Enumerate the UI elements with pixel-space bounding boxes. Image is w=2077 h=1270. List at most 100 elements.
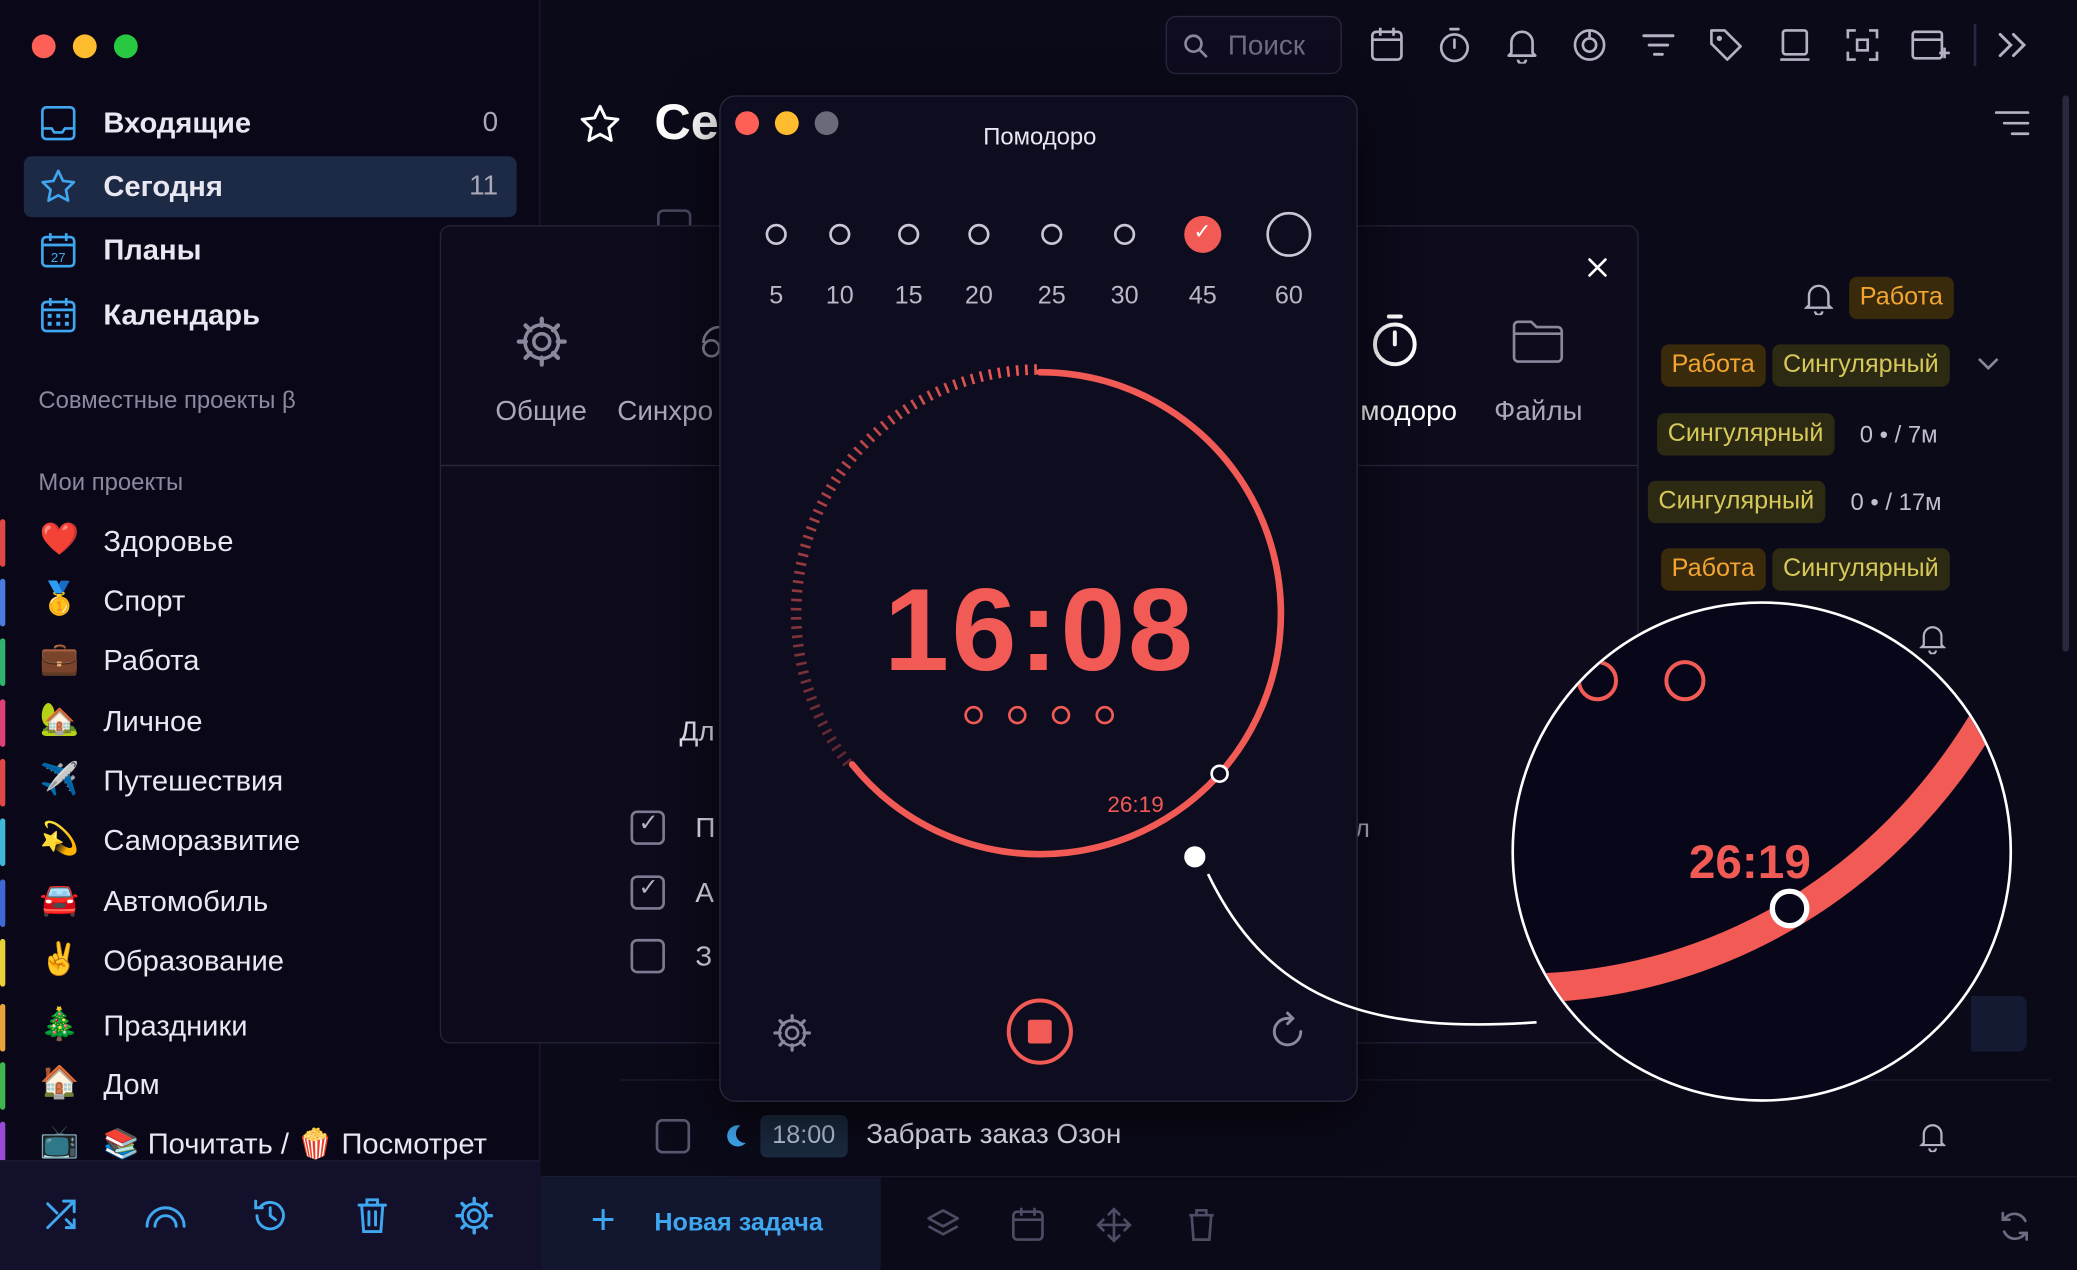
pomodoro-title: Помодоро [983, 123, 1097, 150]
filter-icon[interactable] [1640, 26, 1677, 63]
nav-inbox-label: Входящие [103, 105, 252, 140]
round-indicator [1051, 705, 1071, 725]
nav-today[interactable]: Сегодня 11 [23, 156, 517, 218]
project-label: Дом [103, 1067, 160, 1101]
move-icon[interactable] [1095, 1206, 1132, 1243]
shuffle-icon[interactable] [44, 1197, 81, 1234]
trash-icon[interactable] [1186, 1206, 1218, 1243]
calendar-day-number: 27 [51, 250, 66, 265]
round-indicator [1008, 705, 1027, 725]
sidebar-toolbar [0, 1160, 541, 1270]
nav-inbox-count: 0 [482, 107, 499, 138]
setting-label: А [695, 878, 714, 909]
tag-work[interactable]: Работа [1661, 548, 1766, 591]
scrollbar[interactable] [2062, 95, 2070, 652]
focus-icon[interactable] [1571, 26, 1608, 63]
nav-calendar-label: Календарь [103, 297, 261, 332]
elapsed-marker-label: 26:19 [1107, 791, 1164, 818]
sidebar-project-item[interactable]: 🏠 Дом [0, 1057, 536, 1115]
favorite-star-icon[interactable] [579, 103, 621, 145]
tab-general[interactable]: Общие [495, 396, 586, 428]
duration-option[interactable] [898, 223, 920, 245]
stop-button[interactable] [1006, 998, 1073, 1065]
tag-icon[interactable] [1707, 26, 1744, 63]
project-emoji-icon: 📺 [39, 1124, 80, 1161]
tag-singular[interactable]: Сингулярный [1657, 413, 1834, 456]
history-icon[interactable] [250, 1196, 290, 1236]
pomodoro-window: Помодоро 5 10 15 20 25 30 ✓ 45 60 16:08 26:19 [719, 95, 1359, 1102]
timer-icon[interactable] [1437, 26, 1471, 63]
gauge-icon[interactable] [143, 1197, 188, 1234]
stop-icon [1027, 1019, 1052, 1044]
project-label: Работа [103, 643, 200, 677]
project-emoji-icon: ✈️ [39, 761, 80, 798]
tag-singular[interactable]: Сингулярный [1772, 548, 1950, 591]
chevron-down-icon[interactable] [1976, 355, 2000, 374]
add-window-icon[interactable] [1910, 26, 1950, 63]
reminder-bell-icon[interactable] [1919, 1120, 1946, 1153]
duration-option[interactable] [1114, 223, 1136, 245]
settings-gear-icon[interactable] [454, 1196, 494, 1236]
round-indicator [1095, 705, 1115, 725]
tag-work[interactable]: Работа [1661, 344, 1766, 387]
plus-icon: + [590, 1195, 616, 1244]
round-indicators [721, 705, 1359, 727]
layers-icon[interactable] [925, 1206, 962, 1243]
setting-checkbox[interactable] [630, 938, 665, 974]
my-projects-heading: Мои проекты [38, 468, 184, 496]
trash-icon[interactable] [355, 1196, 389, 1236]
bell-icon[interactable] [1506, 26, 1538, 64]
pomodoro-settings-gear-icon[interactable] [772, 1013, 812, 1053]
setting-checkbox-checked[interactable]: ✓ [630, 809, 665, 845]
tag-work[interactable]: Работа [1849, 276, 1954, 320]
sync-icon[interactable] [1998, 1209, 2032, 1243]
project-emoji-icon: 🚘 [39, 881, 80, 918]
pomodoro-timer-icon[interactable] [1368, 313, 1421, 369]
search-placeholder: Поиск [1227, 30, 1306, 61]
setting-checkbox-checked[interactable]: ✓ [630, 874, 665, 910]
tab-files[interactable]: Файлы [1494, 396, 1582, 428]
project-label: Образование [103, 944, 284, 978]
timer-display: 16:08 [884, 564, 1196, 696]
tag-singular[interactable]: Сингулярный [1772, 344, 1950, 387]
duration-option[interactable] [968, 223, 990, 245]
project-color-bar [0, 1003, 6, 1052]
search-field[interactable]: Поиск [1165, 15, 1342, 75]
duration-label: 15 [894, 282, 923, 310]
screenshot-icon[interactable] [1844, 26, 1881, 63]
task-title[interactable]: Забрать заказ Озон [866, 1119, 1121, 1151]
setting-label: П [695, 813, 716, 844]
duration-option[interactable] [829, 223, 851, 245]
project-emoji-icon: 🎄 [39, 1006, 80, 1043]
duration-option[interactable] [1266, 211, 1312, 257]
task-checkbox[interactable] [655, 1119, 691, 1154]
reset-icon[interactable] [1266, 1010, 1308, 1052]
calendar-icon[interactable] [1370, 26, 1404, 63]
close-window-button[interactable] [31, 34, 56, 59]
reminder-bell-icon[interactable] [1804, 281, 1834, 316]
duration-option-selected[interactable]: ✓ [1184, 215, 1222, 253]
duration-option[interactable] [1041, 223, 1063, 245]
folder-icon[interactable] [1511, 319, 1564, 364]
nav-plans-label: Планы [103, 233, 202, 267]
duration-option[interactable] [765, 223, 787, 245]
zoom-window-button[interactable] [113, 34, 138, 59]
new-task-button[interactable]: + Новая задача [540, 1177, 881, 1270]
double-chevron-right-icon[interactable] [1995, 29, 2029, 61]
close-icon[interactable] [1586, 256, 1610, 280]
page-title: Се [654, 95, 719, 151]
project-emoji-icon: 🥇 [39, 581, 80, 618]
task-meta: 0 • / 17м [1850, 488, 1942, 516]
note-icon[interactable] [1776, 26, 1813, 63]
calendar-icon[interactable] [1011, 1206, 1045, 1243]
tag-singular[interactable]: Сингулярный [1647, 480, 1825, 524]
general-gear-icon[interactable] [515, 315, 568, 368]
project-emoji-icon: 💫 [39, 821, 80, 857]
nav-inbox[interactable]: Входящие 0 [24, 93, 517, 154]
project-label: Путешествия [103, 764, 284, 798]
tab-sync[interactable]: Синхро [617, 396, 713, 428]
project-color-bar [0, 699, 6, 747]
tab-pomodoro[interactable]: модоро [1360, 396, 1457, 428]
list-options-icon[interactable] [1994, 109, 2031, 138]
minimize-window-button[interactable] [72, 34, 97, 59]
